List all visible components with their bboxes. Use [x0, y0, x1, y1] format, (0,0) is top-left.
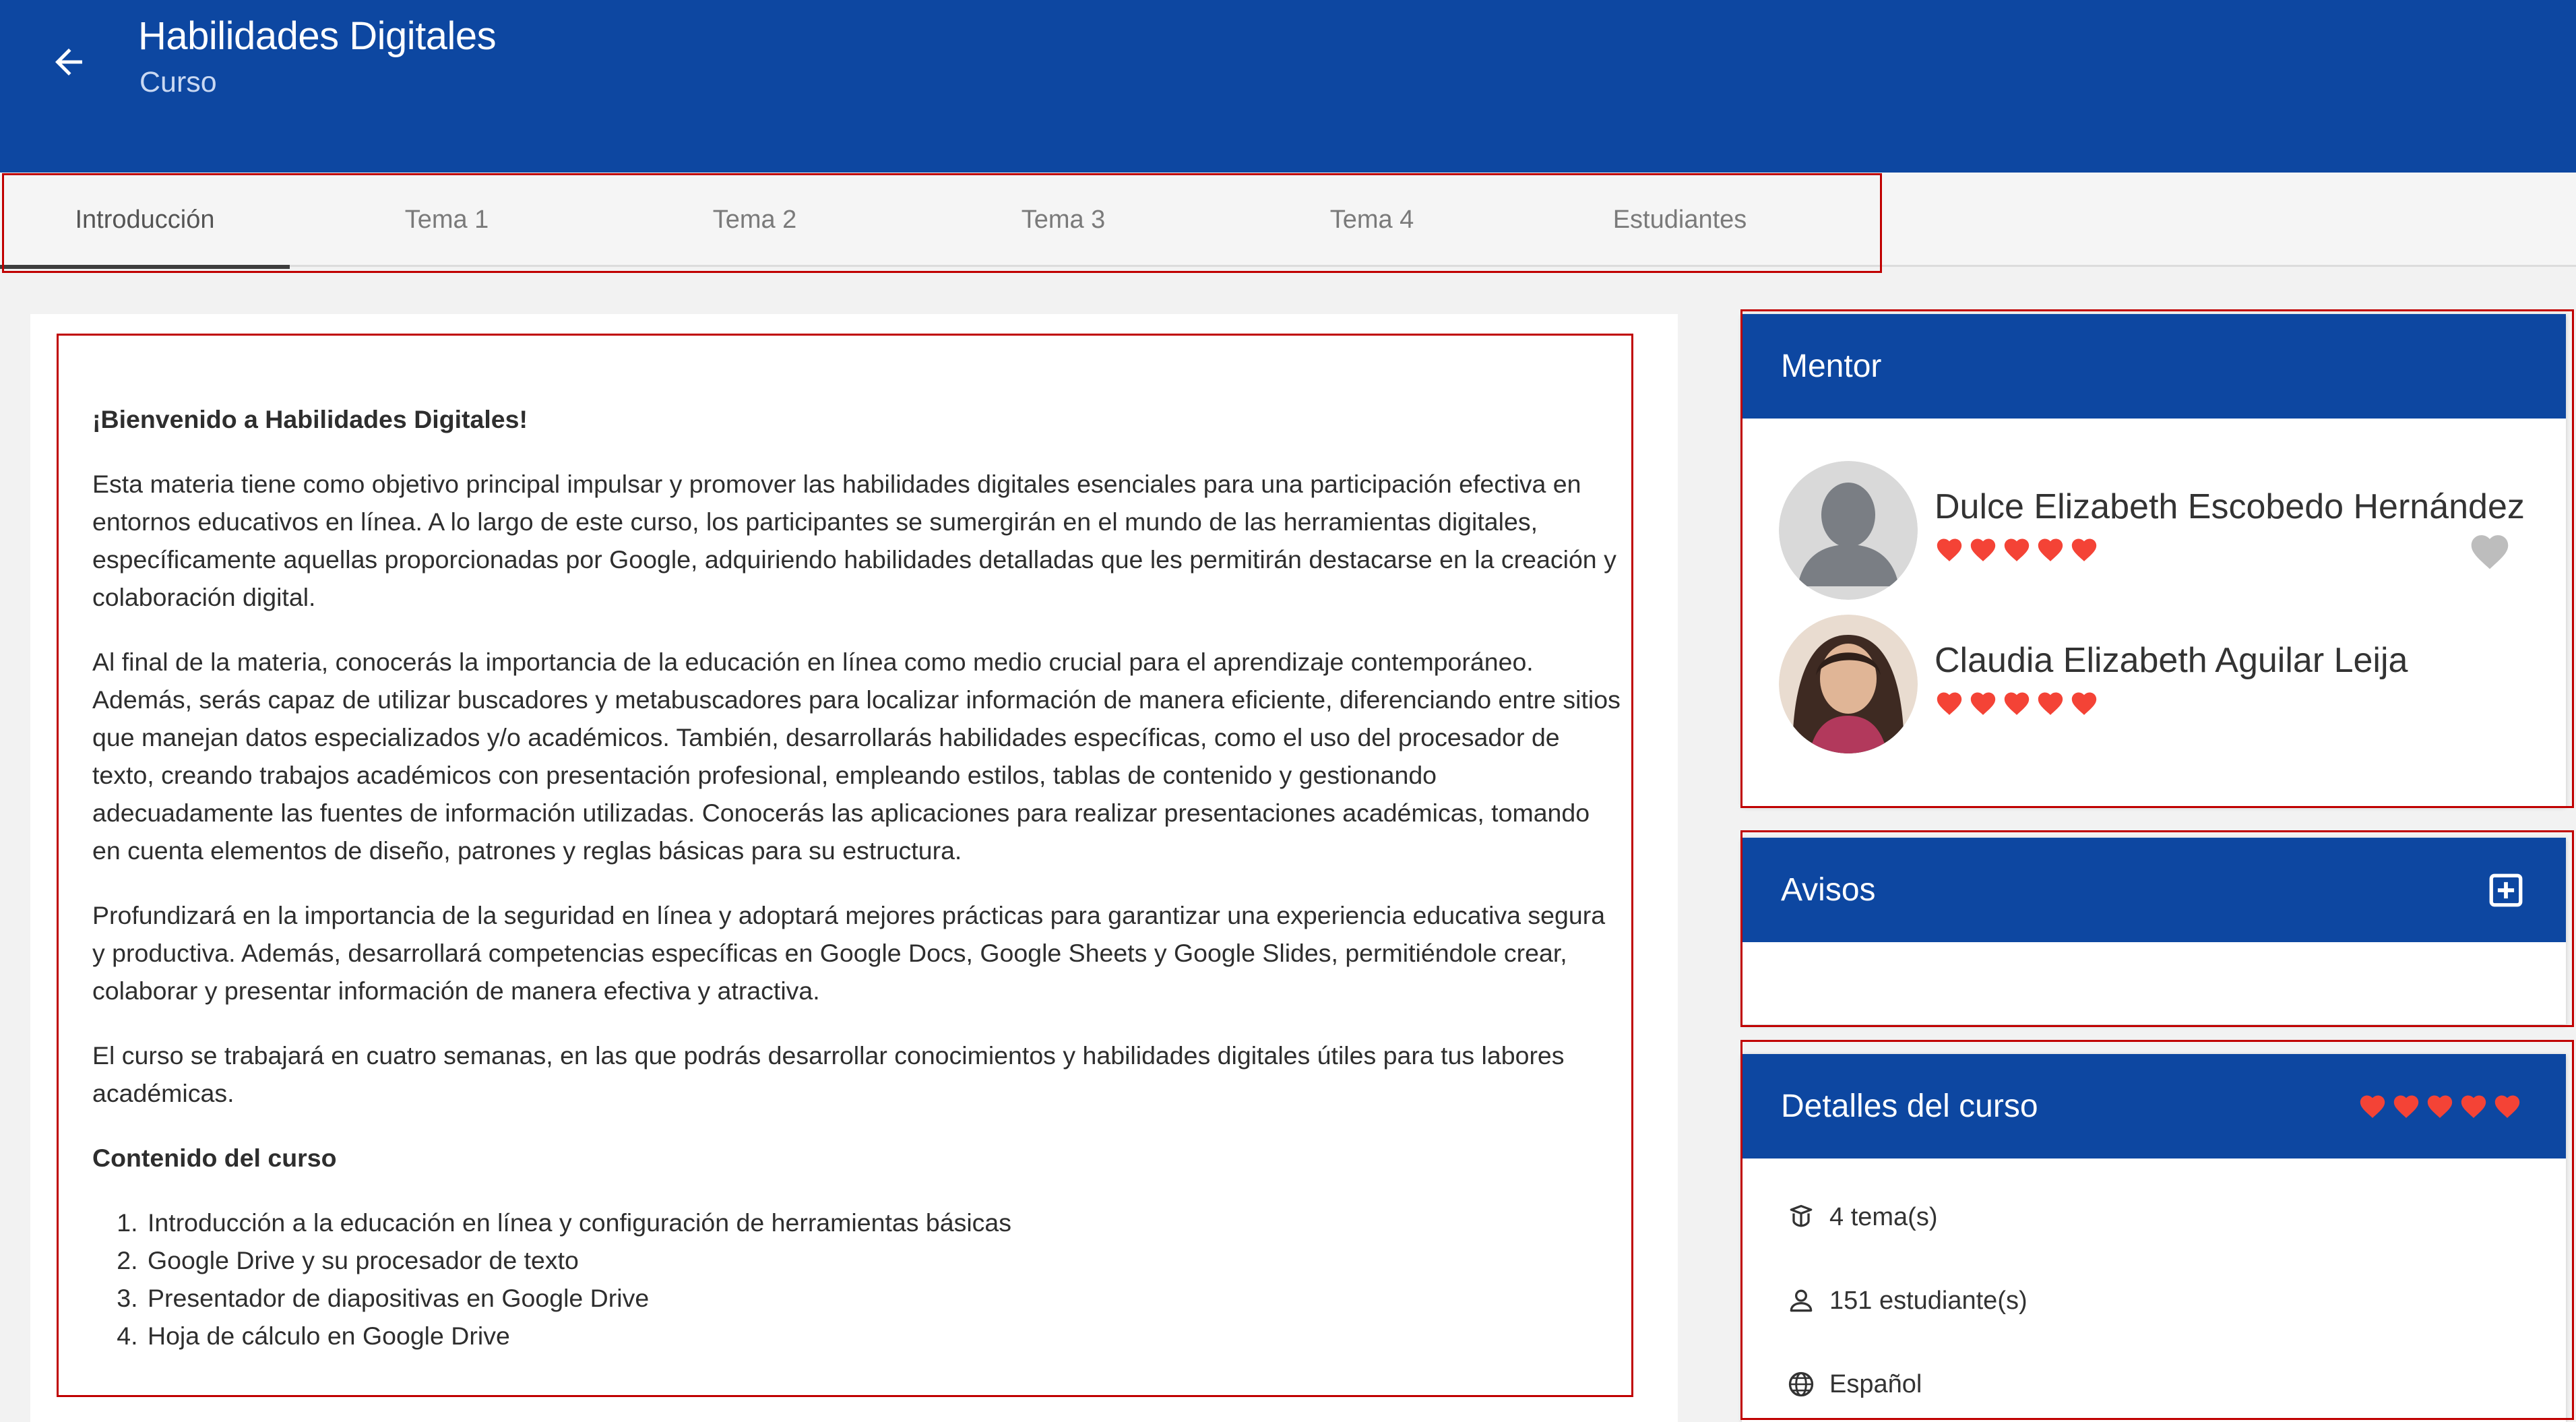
- heart-icon: [2004, 692, 2030, 715]
- course-rating: [2358, 1092, 2522, 1119]
- tab-tema-4[interactable]: Tema 4: [1227, 173, 1517, 267]
- details-panel-header: Detalles del curso: [1742, 1054, 2566, 1158]
- topics-count: 4 tema(s): [1829, 1202, 1938, 1231]
- heart-icon: [2038, 692, 2063, 715]
- heart-outline-icon[interactable]: [2468, 530, 2512, 570]
- book-icon: [1790, 1204, 1813, 1227]
- back-button[interactable]: [40, 34, 97, 90]
- intro-paragraph-3: Profundizará en la importancia de la seg…: [92, 901, 1606, 1005]
- list-item: Introducción a la educación en línea y c…: [145, 1204, 1622, 1241]
- detail-students: 151 estudiante(s): [1786, 1286, 2028, 1316]
- person-icon: [1790, 1289, 1813, 1312]
- welcome-heading: ¡Bienvenido a Habilidades Digitales!: [92, 405, 528, 433]
- detail-language: Español: [1786, 1369, 1922, 1399]
- detail-topics: 4 tema(s): [1786, 1202, 1937, 1232]
- mentor-panel-title: Mentor: [1781, 348, 1882, 384]
- mentor-name: Claudia Elizabeth Aguilar Leija: [1935, 641, 2408, 680]
- mentor-item[interactable]: Claudia Elizabeth Aguilar Leija: [1779, 615, 2408, 753]
- heart-icon: [2461, 1095, 2486, 1118]
- heart-icon: [2494, 1095, 2520, 1118]
- list-item: Presentador de diapositivas en Google Dr…: [145, 1279, 1622, 1317]
- mentor-panel: Mentor Dulce Elizabeth Escobedo Hernánde…: [1742, 314, 2566, 806]
- heart-icon: [2427, 1095, 2453, 1118]
- notices-panel-header: Avisos: [1742, 838, 2566, 942]
- photo-avatar: [1779, 615, 1918, 753]
- mentor-panel-header: Mentor: [1742, 314, 2566, 419]
- default-person-avatar: [1779, 461, 1918, 600]
- intro-paragraph-1: Esta materia tiene como objetivo princip…: [92, 470, 1616, 611]
- details-panel-title: Detalles del curso: [1781, 1088, 2038, 1124]
- course-title: Habilidades Digitales: [138, 14, 497, 58]
- heart-icon: [2071, 692, 2097, 715]
- mentor-rating: [1935, 535, 2525, 562]
- course-subtitle: Curso: [139, 66, 217, 98]
- heart-icon: [2004, 538, 2030, 561]
- heart-icon: [2393, 1095, 2419, 1118]
- list-item: Hoja de cálculo en Google Drive: [145, 1317, 1622, 1355]
- intro-paragraph-4: El curso se trabajará en cuatro semanas,…: [92, 1041, 1565, 1107]
- mentor-name: Dulce Elizabeth Escobedo Hernández: [1935, 487, 2525, 526]
- students-count: 151 estudiante(s): [1829, 1286, 2028, 1315]
- globe-icon: [1788, 1371, 1814, 1397]
- plus-square-icon[interactable]: [2486, 871, 2525, 910]
- tab-tema-3[interactable]: Tema 3: [918, 173, 1208, 267]
- list-item: Google Drive y su procesador de texto: [145, 1241, 1622, 1279]
- heart-icon: [2071, 538, 2097, 561]
- heart-icon: [2360, 1095, 2385, 1118]
- heart-icon: [1937, 538, 1962, 561]
- heart-icon: [1937, 692, 1962, 715]
- tab-tema-2[interactable]: Tema 2: [610, 173, 900, 267]
- intro-content: ¡Bienvenido a Habilidades Digitales! Est…: [92, 400, 1622, 1355]
- tab-introduccion[interactable]: Introducción: [0, 173, 290, 269]
- tab-estudiantes[interactable]: Estudiantes: [1535, 173, 1825, 267]
- app-header: Habilidades Digitales Curso: [0, 0, 2576, 173]
- contents-list: Introducción a la educación en línea y c…: [145, 1204, 1622, 1355]
- details-panel: Detalles del curso 4 tema(s) 151 estudia…: [1742, 1054, 2566, 1422]
- notices-panel-title: Avisos: [1781, 872, 1876, 908]
- mentor-rating: [1935, 689, 2408, 716]
- heart-icon: [1970, 538, 1996, 561]
- mentor-item[interactable]: Dulce Elizabeth Escobedo Hernández: [1779, 461, 2525, 600]
- tab-bar: Introducción Tema 1 Tema 2 Tema 3 Tema 4…: [0, 173, 2576, 269]
- heart-icon: [2038, 538, 2063, 561]
- heart-icon: [1970, 692, 1996, 715]
- course-language: Español: [1829, 1369, 1922, 1398]
- arrow-left-icon: [55, 49, 82, 75]
- intro-paragraph-2: Al final de la materia, conocerás la imp…: [92, 648, 1621, 865]
- contents-heading: Contenido del curso: [92, 1144, 337, 1172]
- notices-panel: Avisos: [1742, 838, 2566, 1024]
- tab-tema-1[interactable]: Tema 1: [302, 173, 592, 267]
